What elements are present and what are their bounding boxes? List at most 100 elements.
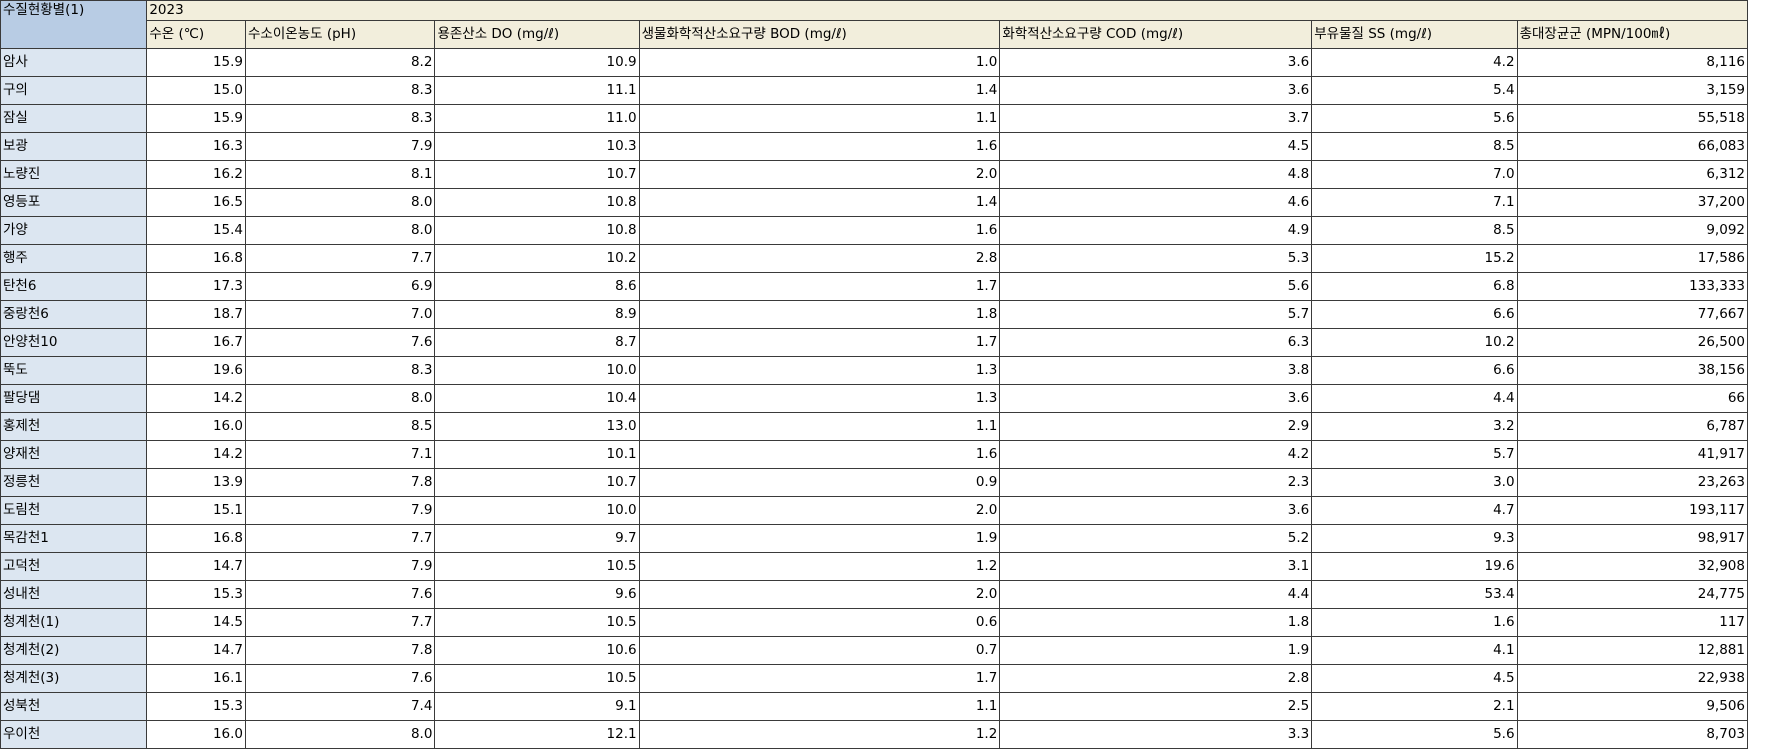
- data-cell[interactable]: 1.3: [638, 384, 1001, 413]
- column-header[interactable]: 용존산소 DO (mg/ℓ): [434, 20, 640, 49]
- data-cell[interactable]: 3.6: [999, 496, 1313, 525]
- data-cell[interactable]: 0.7: [638, 636, 1001, 665]
- row-header[interactable]: 가양: [0, 216, 148, 245]
- row-header[interactable]: 노량진: [0, 160, 148, 189]
- data-cell[interactable]: 8.9: [434, 300, 640, 329]
- row-header[interactable]: 성내천: [0, 580, 148, 609]
- data-cell[interactable]: 1.9: [999, 636, 1313, 665]
- data-cell[interactable]: 117: [1516, 608, 1749, 637]
- data-cell[interactable]: 15.4: [146, 216, 247, 245]
- corner-header[interactable]: 수질현황별(1): [0, 0, 148, 49]
- data-cell[interactable]: 193,117: [1516, 496, 1749, 525]
- data-cell[interactable]: 7.8: [245, 468, 436, 497]
- data-cell[interactable]: 10.4: [434, 384, 640, 413]
- data-cell[interactable]: 7.9: [245, 496, 436, 525]
- data-cell[interactable]: 14.2: [146, 384, 247, 413]
- data-cell[interactable]: 10.7: [434, 468, 640, 497]
- data-cell[interactable]: 8.7: [434, 328, 640, 357]
- data-cell[interactable]: 5.6: [999, 272, 1313, 301]
- data-cell[interactable]: 6.6: [1311, 356, 1518, 385]
- data-cell[interactable]: 24,775: [1516, 580, 1749, 609]
- data-cell[interactable]: 7.7: [245, 608, 436, 637]
- data-cell[interactable]: 6,312: [1516, 160, 1749, 189]
- data-cell[interactable]: 32,908: [1516, 552, 1749, 581]
- column-header[interactable]: 수온 (℃): [146, 20, 247, 49]
- data-cell[interactable]: 17,586: [1516, 244, 1749, 273]
- data-cell[interactable]: 2.5: [999, 692, 1313, 721]
- data-cell[interactable]: 8.6: [434, 272, 640, 301]
- row-header[interactable]: 중랑천6: [0, 300, 148, 329]
- data-cell[interactable]: 6.6: [1311, 300, 1518, 329]
- row-header[interactable]: 청계천(3): [0, 664, 148, 693]
- data-cell[interactable]: 3.6: [999, 48, 1313, 77]
- data-cell[interactable]: 13.9: [146, 468, 247, 497]
- data-cell[interactable]: 5.3: [999, 244, 1313, 273]
- data-cell[interactable]: 9.6: [434, 580, 640, 609]
- data-cell[interactable]: 3.2: [1311, 412, 1518, 441]
- data-cell[interactable]: 5.4: [1311, 76, 1518, 105]
- data-cell[interactable]: 4.7: [1311, 496, 1518, 525]
- data-cell[interactable]: 8.5: [245, 412, 436, 441]
- data-cell[interactable]: 7.6: [245, 328, 436, 357]
- data-cell[interactable]: 133,333: [1516, 272, 1749, 301]
- row-header[interactable]: 암사: [0, 48, 148, 77]
- data-cell[interactable]: 1.7: [638, 664, 1001, 693]
- data-cell[interactable]: 15.9: [146, 104, 247, 133]
- data-cell[interactable]: 14.2: [146, 440, 247, 469]
- data-cell[interactable]: 1.1: [638, 692, 1001, 721]
- data-cell[interactable]: 11.0: [434, 104, 640, 133]
- row-header[interactable]: 구의: [0, 76, 148, 105]
- data-cell[interactable]: 3.6: [999, 384, 1313, 413]
- data-cell[interactable]: 1.7: [638, 328, 1001, 357]
- data-cell[interactable]: 19.6: [1311, 552, 1518, 581]
- data-cell[interactable]: 8.0: [245, 384, 436, 413]
- data-cell[interactable]: 16.7: [146, 328, 247, 357]
- data-cell[interactable]: 14.5: [146, 608, 247, 637]
- data-cell[interactable]: 10.5: [434, 608, 640, 637]
- data-cell[interactable]: 8.2: [245, 48, 436, 77]
- data-cell[interactable]: 37,200: [1516, 188, 1749, 217]
- row-header[interactable]: 우이천: [0, 720, 148, 749]
- data-cell[interactable]: 7.0: [1311, 160, 1518, 189]
- data-cell[interactable]: 10.9: [434, 48, 640, 77]
- data-cell[interactable]: 10.6: [434, 636, 640, 665]
- data-cell[interactable]: 18.7: [146, 300, 247, 329]
- data-cell[interactable]: 4.1: [1311, 636, 1518, 665]
- row-header[interactable]: 성북천: [0, 692, 148, 721]
- data-cell[interactable]: 3.6: [999, 76, 1313, 105]
- data-cell[interactable]: 7.6: [245, 580, 436, 609]
- data-cell[interactable]: 8.3: [245, 76, 436, 105]
- data-cell[interactable]: 4.8: [999, 160, 1313, 189]
- data-cell[interactable]: 16.0: [146, 720, 247, 749]
- data-cell[interactable]: 8.0: [245, 216, 436, 245]
- data-cell[interactable]: 1.4: [638, 188, 1001, 217]
- data-cell[interactable]: 4.2: [1311, 48, 1518, 77]
- data-cell[interactable]: 1.1: [638, 104, 1001, 133]
- data-cell[interactable]: 66: [1516, 384, 1749, 413]
- data-cell[interactable]: 1.8: [999, 608, 1313, 637]
- data-cell[interactable]: 4.5: [1311, 664, 1518, 693]
- data-cell[interactable]: 7.7: [245, 244, 436, 273]
- row-header[interactable]: 뚝도: [0, 356, 148, 385]
- data-cell[interactable]: 7.9: [245, 132, 436, 161]
- data-cell[interactable]: 53.4: [1311, 580, 1518, 609]
- data-cell[interactable]: 15.1: [146, 496, 247, 525]
- data-cell[interactable]: 14.7: [146, 636, 247, 665]
- data-cell[interactable]: 1.0: [638, 48, 1001, 77]
- data-cell[interactable]: 17.3: [146, 272, 247, 301]
- row-header[interactable]: 청계천(2): [0, 636, 148, 665]
- data-cell[interactable]: 3.8: [999, 356, 1313, 385]
- data-cell[interactable]: 55,518: [1516, 104, 1749, 133]
- data-cell[interactable]: 4.4: [1311, 384, 1518, 413]
- data-cell[interactable]: 4.2: [999, 440, 1313, 469]
- data-cell[interactable]: 7.8: [245, 636, 436, 665]
- data-cell[interactable]: 8.0: [245, 720, 436, 749]
- data-cell[interactable]: 9.1: [434, 692, 640, 721]
- data-cell[interactable]: 98,917: [1516, 524, 1749, 553]
- data-cell[interactable]: 77,667: [1516, 300, 1749, 329]
- row-header[interactable]: 목감천1: [0, 524, 148, 553]
- data-cell[interactable]: 2.9: [999, 412, 1313, 441]
- data-cell[interactable]: 1.9: [638, 524, 1001, 553]
- data-cell[interactable]: 13.0: [434, 412, 640, 441]
- data-cell[interactable]: 8,703: [1516, 720, 1749, 749]
